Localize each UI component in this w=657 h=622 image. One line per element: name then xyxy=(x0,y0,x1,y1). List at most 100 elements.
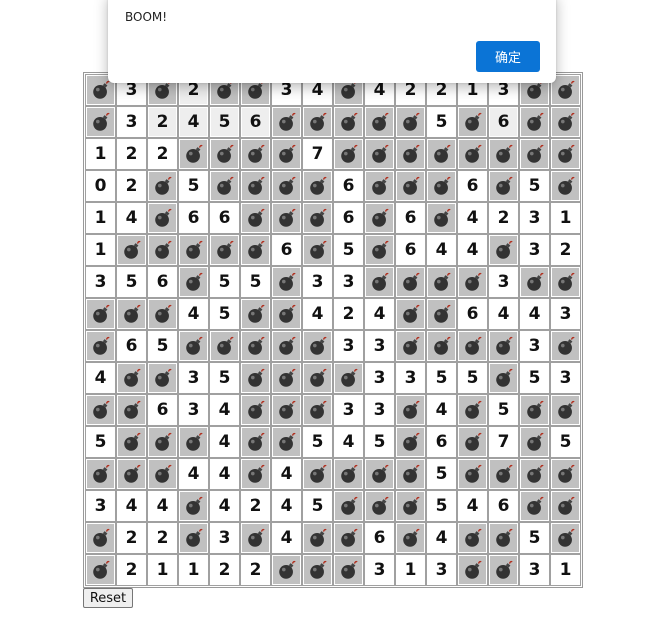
cell-bomb[interactable] xyxy=(302,458,333,490)
cell-number[interactable]: 3 xyxy=(364,330,395,362)
cell-number[interactable]: 5 xyxy=(209,362,240,394)
cell-number[interactable]: 4 xyxy=(147,490,178,522)
cell-bomb[interactable] xyxy=(302,106,333,138)
cell-number[interactable]: 4 xyxy=(488,298,519,330)
cell-bomb[interactable] xyxy=(488,362,519,394)
cell-bomb[interactable] xyxy=(395,138,426,170)
cell-bomb[interactable] xyxy=(457,266,488,298)
cell-bomb[interactable] xyxy=(395,266,426,298)
cell-bomb[interactable] xyxy=(457,554,488,586)
cell-number[interactable]: 6 xyxy=(116,330,147,362)
cell-bomb[interactable] xyxy=(178,234,209,266)
cell-number[interactable]: 6 xyxy=(147,394,178,426)
cell-number[interactable]: 4 xyxy=(302,298,333,330)
cell-bomb[interactable] xyxy=(240,234,271,266)
cell-bomb[interactable] xyxy=(147,458,178,490)
cell-bomb[interactable] xyxy=(147,362,178,394)
cell-bomb[interactable] xyxy=(488,138,519,170)
reset-button[interactable]: Reset xyxy=(83,588,133,608)
cell-number[interactable]: 4 xyxy=(519,298,550,330)
cell-number[interactable]: 2 xyxy=(116,138,147,170)
cell-bomb[interactable] xyxy=(85,458,116,490)
cell-number[interactable]: 4 xyxy=(178,298,209,330)
cell-bomb[interactable] xyxy=(240,330,271,362)
cell-bomb[interactable] xyxy=(550,138,581,170)
cell-bomb[interactable] xyxy=(271,554,302,586)
cell-bomb[interactable] xyxy=(271,170,302,202)
cell-bomb[interactable] xyxy=(426,266,457,298)
cell-number[interactable]: 4 xyxy=(457,490,488,522)
cell-bomb[interactable] xyxy=(240,522,271,554)
cell-bomb[interactable] xyxy=(364,202,395,234)
cell-bomb[interactable] xyxy=(240,426,271,458)
cell-number[interactable]: 4 xyxy=(457,202,488,234)
cell-number[interactable]: 4 xyxy=(116,202,147,234)
cell-bomb[interactable] xyxy=(302,554,333,586)
cell-number[interactable]: 3 xyxy=(209,522,240,554)
cell-number[interactable]: 5 xyxy=(85,426,116,458)
cell-bomb[interactable] xyxy=(302,522,333,554)
cell-number[interactable]: 5 xyxy=(519,170,550,202)
cell-number[interactable]: 5 xyxy=(457,362,488,394)
cell-bomb[interactable] xyxy=(271,106,302,138)
cell-bomb[interactable] xyxy=(550,106,581,138)
cell-bomb[interactable] xyxy=(333,138,364,170)
cell-bomb[interactable] xyxy=(488,554,519,586)
cell-bomb[interactable] xyxy=(333,522,364,554)
cell-bomb[interactable] xyxy=(240,202,271,234)
cell-bomb[interactable] xyxy=(488,522,519,554)
cell-number[interactable]: 1 xyxy=(550,202,581,234)
cell-number[interactable]: 5 xyxy=(209,298,240,330)
cell-number[interactable]: 5 xyxy=(488,394,519,426)
cell-bomb[interactable] xyxy=(457,330,488,362)
cell-number[interactable]: 4 xyxy=(271,458,302,490)
cell-number[interactable]: 3 xyxy=(116,106,147,138)
cell-number[interactable]: 4 xyxy=(271,490,302,522)
cell-number[interactable]: 5 xyxy=(209,266,240,298)
cell-bomb[interactable] xyxy=(178,490,209,522)
cell-bomb[interactable] xyxy=(550,170,581,202)
cell-number[interactable]: 1 xyxy=(147,554,178,586)
cell-bomb[interactable] xyxy=(240,298,271,330)
cell-number[interactable]: 6 xyxy=(457,298,488,330)
cell-bomb[interactable] xyxy=(364,106,395,138)
cell-number[interactable]: 1 xyxy=(178,554,209,586)
cell-number[interactable]: 3 xyxy=(426,554,457,586)
cell-number[interactable]: 4 xyxy=(271,522,302,554)
cell-number[interactable]: 5 xyxy=(116,266,147,298)
cell-number[interactable]: 0 xyxy=(85,170,116,202)
cell-bomb[interactable] xyxy=(395,298,426,330)
cell-bomb[interactable] xyxy=(85,106,116,138)
cell-number[interactable]: 3 xyxy=(178,362,209,394)
cell-bomb[interactable] xyxy=(333,490,364,522)
cell-number[interactable]: 2 xyxy=(209,554,240,586)
cell-bomb[interactable] xyxy=(519,106,550,138)
cell-number[interactable]: 2 xyxy=(240,554,271,586)
cell-number[interactable]: 4 xyxy=(178,458,209,490)
cell-number[interactable]: 5 xyxy=(302,490,333,522)
cell-number[interactable]: 6 xyxy=(178,202,209,234)
cell-bomb[interactable] xyxy=(550,522,581,554)
cell-bomb[interactable] xyxy=(519,458,550,490)
cell-number[interactable]: 5 xyxy=(302,426,333,458)
cell-bomb[interactable] xyxy=(209,234,240,266)
cell-bomb[interactable] xyxy=(302,330,333,362)
cell-bomb[interactable] xyxy=(240,458,271,490)
cell-number[interactable]: 6 xyxy=(395,202,426,234)
cell-bomb[interactable] xyxy=(302,362,333,394)
cell-number[interactable]: 2 xyxy=(147,522,178,554)
cell-bomb[interactable] xyxy=(395,330,426,362)
cell-bomb[interactable] xyxy=(519,138,550,170)
cell-bomb[interactable] xyxy=(488,170,519,202)
cell-number[interactable]: 4 xyxy=(426,234,457,266)
cell-number[interactable]: 4 xyxy=(426,394,457,426)
cell-bomb[interactable] xyxy=(240,138,271,170)
cell-number[interactable]: 4 xyxy=(209,458,240,490)
cell-number[interactable]: 6 xyxy=(333,170,364,202)
cell-bomb[interactable] xyxy=(457,458,488,490)
cell-bomb[interactable] xyxy=(147,170,178,202)
cell-number[interactable]: 1 xyxy=(85,202,116,234)
cell-number[interactable]: 2 xyxy=(116,170,147,202)
cell-number[interactable]: 3 xyxy=(178,394,209,426)
cell-bomb[interactable] xyxy=(426,170,457,202)
